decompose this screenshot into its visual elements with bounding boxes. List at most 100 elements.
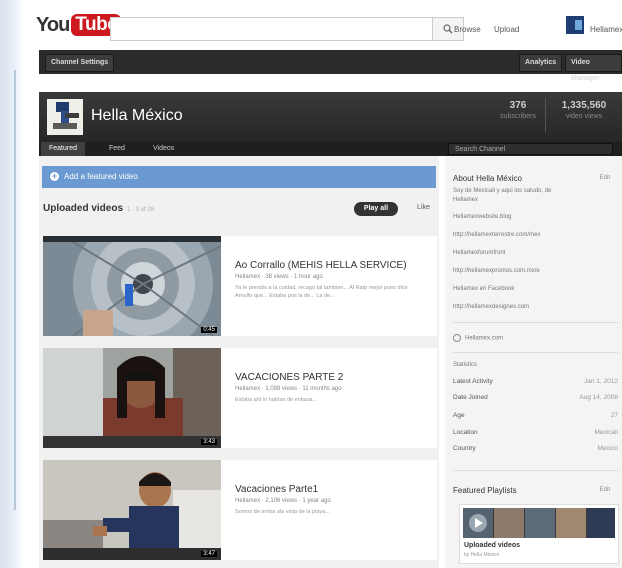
- video-duration: 3:47: [201, 551, 217, 557]
- main-content: + Add a featured video Uploaded videos 1 …: [39, 156, 439, 568]
- username[interactable]: Hellamex: [590, 25, 622, 34]
- video-item[interactable]: 0:45 Ao Corrallo (MEHIS HELLA SERVICE) H…: [43, 236, 437, 336]
- globe-icon: [453, 334, 461, 342]
- stat-label: Age: [453, 412, 465, 419]
- view-label: video views: [565, 113, 603, 120]
- channel-title: Hella México: [91, 107, 183, 124]
- like-button[interactable]: Like: [417, 204, 430, 211]
- stat-row: Date Joined Aug 14, 2008: [453, 394, 618, 401]
- add-featured-label: Add a featured video: [64, 172, 138, 181]
- uploaded-title: Uploaded videos: [43, 203, 124, 214]
- divider: [453, 322, 618, 323]
- woman-thumbnail-art: [43, 348, 221, 448]
- video-meta: Hellamex · 1,098 views · 11 months ago: [235, 386, 342, 392]
- channel-sidebar: About Hella México Edit Soy de Mexicali …: [445, 156, 622, 568]
- masthead: You Tube Browse Upload Hellamex: [24, 0, 622, 48]
- playlists-edit-link[interactable]: Edit: [600, 487, 610, 493]
- video-title[interactable]: VACACIONES PARTE 2: [235, 372, 343, 383]
- video-duration: 0:45: [201, 327, 217, 333]
- user-avatar[interactable]: [566, 16, 584, 34]
- channel-link[interactable]: http://hellamexpromos.com.mx/e: [453, 268, 540, 274]
- video-duration: 3:43: [201, 439, 217, 445]
- channel-link[interactable]: Hellamex en Facebook: [453, 286, 514, 292]
- plus-icon: +: [50, 171, 59, 181]
- add-featured-video-bar[interactable]: + Add a featured video: [42, 166, 436, 188]
- stat-divider: [545, 98, 546, 132]
- video-item[interactable]: 3:43 VACACIONES PARTE 2 Hellamex · 1,098…: [43, 348, 437, 448]
- about-text-line: Hellamex: [453, 197, 479, 203]
- play-all-button[interactable]: Play all: [354, 202, 398, 216]
- search-icon: [443, 24, 453, 34]
- stat-value: Mexico: [597, 445, 618, 452]
- video-item[interactable]: 3:47 Vacaciones Parte1 Hellamex · 2,106 …: [43, 460, 437, 560]
- subscriber-count: 376 subscribers: [495, 100, 541, 132]
- stat-label: Latest Activity: [453, 378, 493, 385]
- video-manager-button[interactable]: Video Manager: [565, 54, 622, 82]
- video-meta: Hellamex · 2,106 views · 1 year ago: [235, 498, 331, 504]
- view-number: 1,335,560: [561, 100, 607, 111]
- video-description: Ya le prendio a la cuidad, recago tal ta…: [235, 285, 408, 299]
- tab-feed[interactable]: Feed: [101, 142, 133, 156]
- stat-label: Date Joined: [453, 394, 488, 401]
- channel-avatar-art: [47, 99, 83, 135]
- upload-link[interactable]: Upload: [494, 25, 519, 34]
- view-count: 1,335,560 video views: [551, 100, 617, 132]
- channel-link[interactable]: Hellamexforumfront: [453, 250, 505, 256]
- logo-you: You: [36, 13, 70, 36]
- about-text-line: Soy de Mexicali y aqui los saludo, de: [453, 188, 552, 194]
- divider: [453, 352, 618, 353]
- about-title: About Hella México: [453, 174, 522, 183]
- subscriber-label: subscribers: [500, 113, 536, 120]
- video-title[interactable]: Ao Corrallo (MEHIS HELLA SERVICE): [235, 260, 407, 271]
- youtube-logo[interactable]: You Tube: [36, 12, 122, 38]
- video-description: Somos de arriba ala vista de la playa...: [235, 509, 330, 515]
- video-description: Estaba ahí lo habían de enlazar...: [235, 397, 317, 403]
- stat-value: 27: [610, 412, 618, 419]
- analytics-button[interactable]: Analytics: [519, 54, 563, 72]
- page-margin: [0, 0, 24, 568]
- playlist-subtitle: by Hella México: [464, 552, 500, 558]
- search-input[interactable]: [110, 17, 434, 41]
- channel-link[interactable]: Hellamexwebsite.blog: [453, 214, 511, 220]
- stat-row: Country Mexico: [453, 445, 618, 452]
- about-edit-link[interactable]: Edit: [600, 175, 610, 181]
- featured-playlists-title: Featured Playlists: [453, 486, 517, 495]
- channel-link[interactable]: http://hellamexdesignes.com: [453, 304, 529, 310]
- channel-settings-bar: Channel Settings Analytics Video Manager: [39, 50, 622, 82]
- stat-value: Jan 1, 2012: [584, 378, 618, 385]
- uploaded-videos-heading: Uploaded videos 1 - 3 of 28: [43, 203, 154, 214]
- tab-featured[interactable]: Featured: [41, 142, 86, 156]
- channel-search-input[interactable]: Search Channel: [448, 143, 613, 155]
- video-meta: Hellamex · 38 views · 1 hour ago: [235, 274, 323, 280]
- channel-settings-button[interactable]: Channel Settings: [45, 54, 115, 72]
- stat-row: Age 27: [453, 412, 618, 419]
- video-thumbnail[interactable]: 3:47: [43, 460, 221, 560]
- video-title[interactable]: Vacaciones Parte1: [235, 484, 318, 495]
- stat-label: Country: [453, 445, 476, 452]
- playlist-thumbnails: [463, 508, 615, 538]
- channel-avatar: [47, 99, 83, 135]
- playlist-card[interactable]: Uploaded videos by Hella México: [459, 504, 619, 564]
- margin-edge: [14, 70, 16, 510]
- statistics-label: Statistics: [453, 362, 478, 368]
- hellamex-link[interactable]: Hellamex.com: [453, 334, 503, 342]
- boy-thumbnail-art: [43, 460, 221, 560]
- tab-videos[interactable]: Videos: [145, 142, 182, 156]
- uploaded-count: 1 - 3 of 28: [127, 207, 155, 213]
- hellamex-label: Hellamex.com: [465, 335, 504, 342]
- tunnel-thumbnail-art: [43, 236, 221, 336]
- playlist-title[interactable]: Uploaded videos: [464, 542, 520, 549]
- video-thumbnail[interactable]: 0:45: [43, 236, 221, 336]
- video-thumbnail[interactable]: 3:43: [43, 348, 221, 448]
- divider: [453, 470, 618, 471]
- stat-label: Location: [453, 429, 478, 436]
- channel-link[interactable]: http://hellamexterrestre.com/mex: [453, 232, 540, 238]
- stat-row: Latest Activity Jan 1, 2012: [453, 378, 618, 385]
- stat-row: Location Mexicali: [453, 429, 618, 436]
- stat-value: Aug 14, 2008: [579, 394, 618, 401]
- playlist-thumbnail-strip: [463, 508, 615, 538]
- browse-link[interactable]: Browse: [454, 25, 481, 34]
- stat-value: Mexicali: [594, 429, 618, 436]
- channel-header: Hella México 376 subscribers 1,335,560 v…: [39, 92, 622, 142]
- subscriber-number: 376: [509, 100, 527, 111]
